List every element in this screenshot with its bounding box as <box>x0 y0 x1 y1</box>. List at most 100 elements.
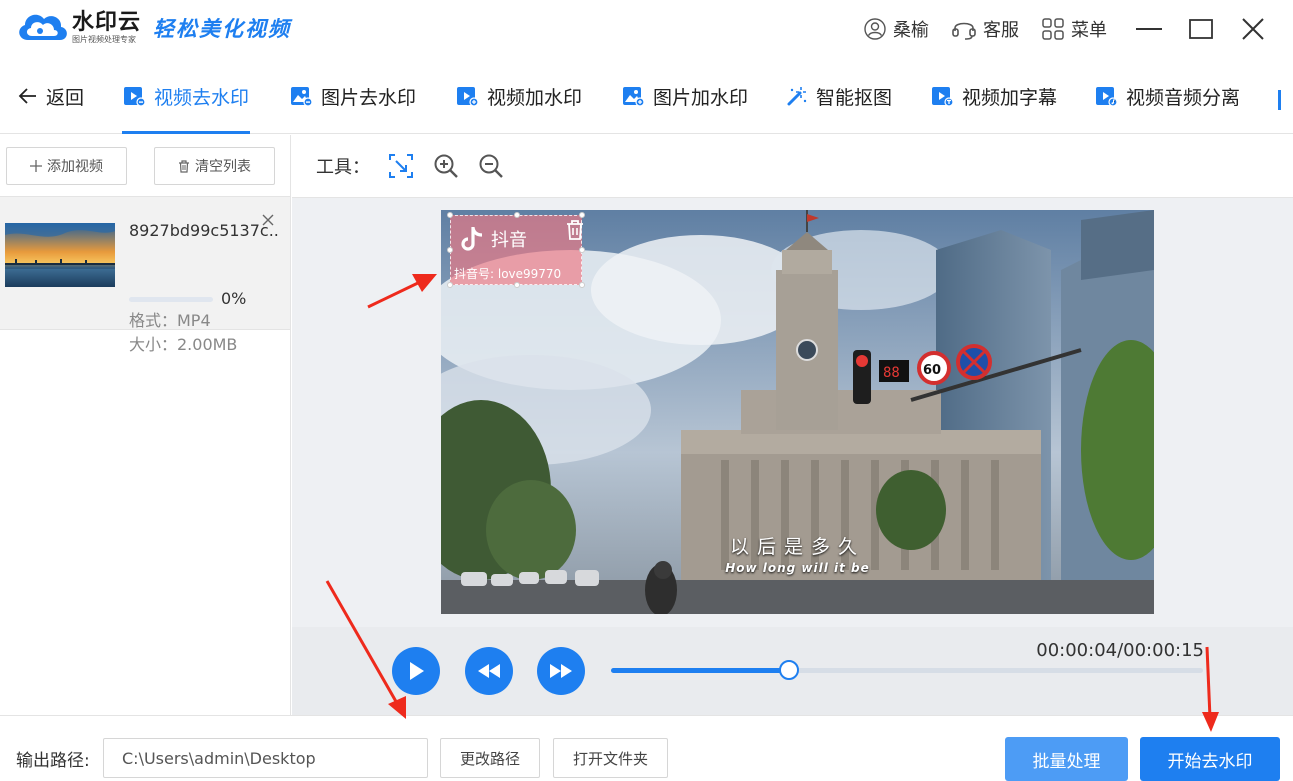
service-button[interactable]: 客服 <box>951 16 1019 42</box>
seek-bar-fill <box>611 668 789 673</box>
title-bar: 水印云 图片视频处理专家 轻松美化视频 桑榆 客服 菜单 <box>0 0 1293 58</box>
rewind-button[interactable] <box>465 647 513 695</box>
headset-icon <box>952 22 976 40</box>
watermark-title: 抖音 <box>491 230 527 251</box>
file-progress-bar <box>129 297 213 302</box>
tab-image-remove-watermark[interactable]: 图片去水印 <box>289 58 416 134</box>
user-account[interactable]: 桑榆 <box>863 16 929 42</box>
player-controls: 00:00:04/00:00:15 <box>292 627 1293 715</box>
delete-selection-button[interactable] <box>565 219 585 241</box>
watermark-selection-box[interactable]: 抖音 抖音号: love99770 <box>447 212 585 288</box>
minimize-button[interactable] <box>1129 9 1169 49</box>
seek-bar[interactable] <box>611 660 1203 680</box>
tools-bar: 工具： <box>292 135 1293 198</box>
menu-button[interactable]: 菜单 <box>1041 16 1107 42</box>
app-name: 水印云 <box>72 10 142 35</box>
fit-screen-icon <box>389 154 413 178</box>
zoom-in-icon <box>434 154 458 178</box>
tab-label: 视频音频分离 <box>1126 86 1241 109</box>
tiktok-logo-icon <box>461 227 483 251</box>
zoom-out-icon <box>479 154 503 178</box>
resize-handle[interactable] <box>447 282 453 288</box>
tools-label: 工具： <box>316 157 370 178</box>
tab-label: 图片去水印 <box>321 86 417 109</box>
feature-nav: 返回 视频去水印 图片去水印 视频加水印 图片加水印 智能抠图 视频加字幕 视频… <box>0 58 1293 134</box>
output-path-label: 输出路径: <box>16 751 90 771</box>
tab-smart-cutout[interactable]: 智能抠图 <box>786 58 892 134</box>
minimize-icon <box>1136 28 1162 30</box>
plus-icon <box>30 160 42 172</box>
close-icon <box>1242 18 1264 40</box>
start-remove-watermark-button[interactable]: 开始去水印 <box>1140 737 1280 781</box>
app-slogan: 轻松美化视频 <box>153 16 292 41</box>
tab-label: 视频加水印 <box>487 86 583 109</box>
resize-handle[interactable] <box>579 247 585 253</box>
tab-label: 视频加字幕 <box>962 86 1058 109</box>
tab-video-audio-separation[interactable]: 视频音频分离 <box>1094 58 1240 134</box>
resize-handle[interactable] <box>514 212 520 218</box>
nav-scroll-indicator <box>1278 90 1281 110</box>
play-icon <box>410 662 424 680</box>
fit-screen-button[interactable] <box>386 151 416 181</box>
output-bar: 输出路径: 更改路径 打开文件夹 批量处理 开始去水印 <box>0 715 1293 781</box>
tab-label: 视频去水印 <box>154 86 250 109</box>
clear-list-button[interactable]: 清空列表 <box>154 147 275 185</box>
rewind-icon <box>478 664 500 678</box>
open-folder-button[interactable]: 打开文件夹 <box>553 738 668 778</box>
arrow-left-icon <box>18 88 36 104</box>
tab-label: 图片加水印 <box>653 86 749 109</box>
play-button[interactable] <box>392 647 440 695</box>
back-label: 返回 <box>46 86 85 109</box>
file-format: 格式：MP4 <box>129 311 211 330</box>
back-button[interactable]: 返回 <box>18 58 84 134</box>
file-list-panel: 添加视频 清空列表 8927bd99c5137c... 格式：MP4 大小：2.… <box>0 135 291 715</box>
add-video-label: 添加视频 <box>47 159 103 175</box>
tab-image-add-watermark[interactable]: 图片加水印 <box>621 58 748 134</box>
image-icon <box>291 87 313 107</box>
close-button[interactable] <box>1233 9 1273 49</box>
resize-handle[interactable] <box>579 212 585 218</box>
video-add-icon <box>457 87 479 107</box>
zoom-in-button[interactable] <box>431 151 461 181</box>
service-label: 客服 <box>983 20 1019 41</box>
tab-video-remove-watermark[interactable]: 视频去水印 <box>122 58 250 134</box>
batch-process-button[interactable]: 批量处理 <box>1005 737 1128 781</box>
fast-forward-icon <box>550 664 572 678</box>
tab-label: 智能抠图 <box>816 86 893 109</box>
remove-file-button[interactable] <box>261 212 275 226</box>
svg-text:88: 88 <box>883 365 900 381</box>
video-subtitle-chinese: 以后是多久 <box>729 536 865 558</box>
video-preview[interactable]: 88 60 抖音 抖音号: love99770 以后是多久 How long w… <box>441 210 1154 614</box>
change-path-button[interactable]: 更改路径 <box>440 738 540 778</box>
fast-forward-button[interactable] <box>537 647 585 695</box>
magic-wand-icon <box>787 87 807 106</box>
tab-video-add-watermark[interactable]: 视频加水印 <box>455 58 582 134</box>
file-list-toolbar: 添加视频 清空列表 <box>0 135 290 197</box>
trash-icon <box>567 220 583 240</box>
svg-text:60: 60 <box>923 363 941 378</box>
list-item[interactable]: 8927bd99c5137c... 格式：MP4 大小：2.00MB <box>0 197 290 354</box>
file-name: 8927bd99c5137c... <box>129 221 279 240</box>
resize-handle[interactable] <box>579 282 585 288</box>
resize-handle[interactable] <box>447 212 453 218</box>
seek-handle[interactable] <box>778 660 799 680</box>
resize-handle[interactable] <box>514 282 520 288</box>
playback-timecode: 00:00:04/00:00:15 <box>1036 640 1204 661</box>
add-video-button[interactable]: 添加视频 <box>6 147 127 185</box>
resize-handle[interactable] <box>447 247 453 253</box>
close-icon <box>262 214 274 226</box>
tab-video-add-subtitle[interactable]: 视频加字幕 <box>930 58 1057 134</box>
output-path-input[interactable] <box>103 738 428 778</box>
grid-menu-icon <box>1042 18 1064 40</box>
video-thumbnail <box>5 223 115 287</box>
editor-area: 工具： 88 60 抖音 抖音号: love99770 以后是多久 How lo… <box>292 135 1293 715</box>
video-subtitle-english: How long will it be <box>725 561 870 575</box>
file-size: 大小：2.00MB <box>129 335 238 354</box>
zoom-out-button[interactable] <box>476 151 506 181</box>
app-logo: 水印云 图片视频处理专家 轻松美化视频 <box>14 8 291 48</box>
maximize-icon <box>1189 19 1213 39</box>
video-audio-icon <box>1096 87 1118 107</box>
cloud-logo-icon <box>14 8 70 48</box>
app-tagline: 图片视频处理专家 <box>72 35 136 44</box>
maximize-button[interactable] <box>1181 9 1221 49</box>
